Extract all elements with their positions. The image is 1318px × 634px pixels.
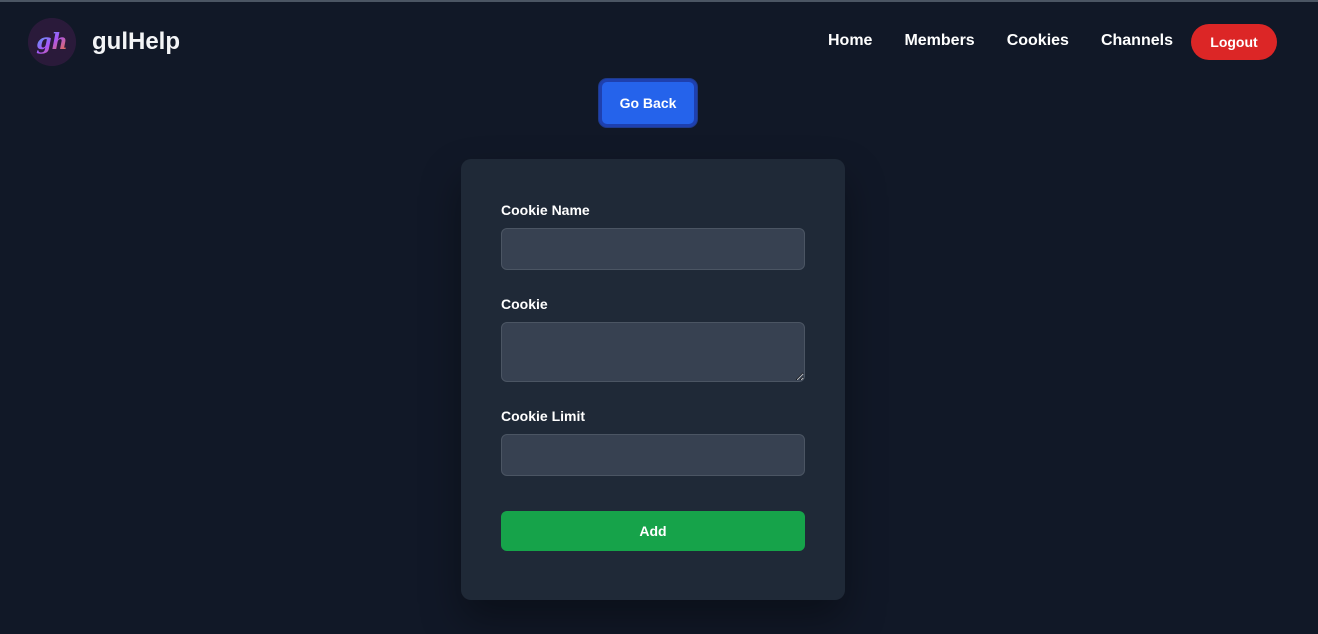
brand[interactable]: gh gulHelp [28,18,180,66]
cookie-name-label: Cookie Name [501,202,590,218]
cookie-textarea[interactable] [501,322,805,382]
add-button[interactable]: Add [501,511,805,551]
cookie-limit-label: Cookie Limit [501,408,586,424]
nav-link-home[interactable]: Home [828,32,872,50]
add-cookie-form: Cookie Name Cookie Cookie Limit Add [461,159,845,600]
cookie-limit-input[interactable] [501,434,805,476]
logo-icon: gh [28,18,76,66]
navbar: gh gulHelp Home Members Cookies Channels… [0,2,1318,82]
brand-name: gulHelp [92,28,180,55]
svg-text:gh: gh [36,29,67,55]
nav-link-cookies[interactable]: Cookies [1007,32,1069,50]
nav-links: Home Members Cookies Channels [828,32,1205,50]
cookie-name-input[interactable] [501,228,805,270]
nav-link-channels[interactable]: Channels [1101,32,1173,50]
cookie-label: Cookie [501,296,548,312]
go-back-button[interactable]: Go Back [599,79,697,127]
logout-button[interactable]: Logout [1191,24,1277,60]
nav-link-members[interactable]: Members [904,32,974,50]
